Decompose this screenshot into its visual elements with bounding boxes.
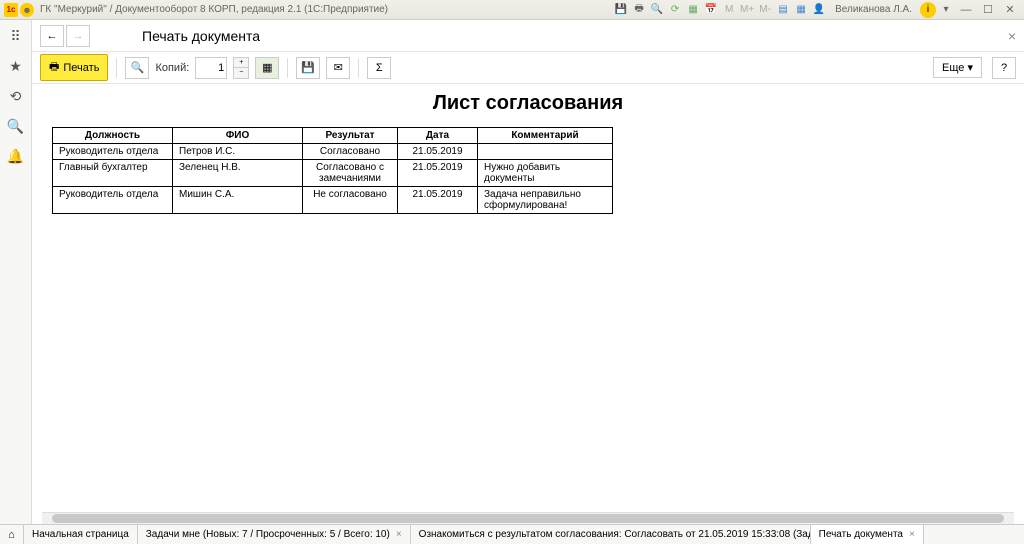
history-icon[interactable]: ⟲ xyxy=(6,86,26,106)
m-plus-icon[interactable]: M+ xyxy=(739,2,755,18)
th-result: Результат xyxy=(303,128,398,144)
spinner-down-icon[interactable]: − xyxy=(234,68,248,78)
table-button[interactable]: ▦ xyxy=(255,57,279,79)
close-icon[interactable]: × xyxy=(909,529,915,540)
list-icon[interactable]: ▤ xyxy=(775,2,791,18)
table-row[interactable]: Руководитель отдела Мишин С.А. Не соглас… xyxy=(53,187,613,214)
page-title: Печать документа xyxy=(142,28,260,44)
document-area: Лист согласования Должность ФИО Результа… xyxy=(32,84,1024,512)
table-row[interactable]: Руководитель отдела Петров И.С. Согласов… xyxy=(53,144,613,160)
printer-icon: 🖶 xyxy=(49,58,59,77)
close-icon[interactable]: × xyxy=(396,529,402,540)
bell-icon[interactable]: 🔔 xyxy=(6,146,26,166)
horizontal-scrollbar[interactable] xyxy=(42,512,1014,524)
help-button[interactable]: ? xyxy=(992,57,1016,79)
tab-tasks[interactable]: Задачи мне (Новых: 7 / Просроченных: 5 /… xyxy=(138,525,411,544)
back-button[interactable]: ← xyxy=(40,25,64,47)
toolbar: 🖶 Печать 🔍 Копий: + − ▦ 💾 ✉ Σ Еще ▾ ? xyxy=(32,52,1024,84)
star-icon[interactable]: ★ xyxy=(6,56,26,76)
refresh-icon[interactable]: ⟳ xyxy=(667,2,683,18)
copies-label: Копий: xyxy=(155,62,189,74)
zoom-button[interactable]: 🔍 xyxy=(125,57,149,79)
more-button[interactable]: Еще ▾ xyxy=(933,57,982,78)
search-icon[interactable]: 🔍 xyxy=(6,116,26,136)
maximize-button[interactable]: ☐ xyxy=(978,2,998,18)
th-comment: Комментарий xyxy=(478,128,613,144)
tab-print-doc[interactable]: Печать документа× xyxy=(811,525,924,544)
smile-icon: ☻ xyxy=(20,3,34,17)
close-page-button[interactable]: × xyxy=(1008,28,1016,44)
user-icon: 👤 xyxy=(811,2,827,18)
minimize-button[interactable]: — xyxy=(956,2,976,18)
current-user: Великанова Л.А. xyxy=(835,4,912,15)
email-button[interactable]: ✉ xyxy=(326,57,350,79)
table-header-row: Должность ФИО Результат Дата Комментарий xyxy=(53,128,613,144)
save-button[interactable]: 💾 xyxy=(296,57,320,79)
spinner-up-icon[interactable]: + xyxy=(234,58,248,68)
calculator-icon[interactable]: ▦ xyxy=(685,2,701,18)
copies-spinner[interactable]: + − xyxy=(233,57,249,79)
th-position: Должность xyxy=(53,128,173,144)
print-button[interactable]: 🖶 Печать xyxy=(40,54,108,81)
m-minus-icon[interactable]: M- xyxy=(757,2,773,18)
bottom-tabs: ⌂ Начальная страница Задачи мне (Новых: … xyxy=(0,524,1024,544)
preview-icon[interactable]: 🔍 xyxy=(649,2,665,18)
print-label: Печать xyxy=(63,62,99,74)
table-row[interactable]: Главный бухгалтер Зеленец Н.В. Согласова… xyxy=(53,160,613,187)
page-header: ← → Печать документа × xyxy=(32,20,1024,52)
apps-icon[interactable]: ⠿ xyxy=(6,26,26,46)
m-icon-1[interactable]: M xyxy=(721,2,737,18)
document-title: Лист согласования xyxy=(42,84,1014,127)
approval-table: Должность ФИО Результат Дата Комментарий… xyxy=(52,127,613,214)
home-icon[interactable]: ⌂ xyxy=(0,525,24,544)
th-date: Дата xyxy=(398,128,478,144)
window-title: ГК "Меркурий" / Документооборот 8 КОРП, … xyxy=(40,4,613,15)
left-sidebar: ⠿ ★ ⟲ 🔍 🔔 xyxy=(0,20,32,524)
copies-input[interactable] xyxy=(195,57,227,79)
app-logo-1c: 1c xyxy=(4,3,18,17)
print-icon[interactable]: 🖶 xyxy=(631,2,647,18)
dropdown-icon[interactable]: ▾ xyxy=(938,2,954,18)
info-icon[interactable]: i xyxy=(920,2,936,18)
window-titlebar: 1c ☻ ГК "Меркурий" / Документооборот 8 К… xyxy=(0,0,1024,20)
forward-button[interactable]: → xyxy=(66,25,90,47)
th-fio: ФИО xyxy=(173,128,303,144)
panel-icon[interactable]: ▦ xyxy=(793,2,809,18)
tab-home[interactable]: Начальная страница xyxy=(24,525,138,544)
tab-review[interactable]: Ознакомиться с результатом согласования:… xyxy=(411,525,811,544)
close-button[interactable]: ✕ xyxy=(1000,2,1020,18)
sum-button[interactable]: Σ xyxy=(367,57,391,79)
calendar-icon[interactable]: 📅 xyxy=(703,2,719,18)
save-icon[interactable]: 💾 xyxy=(613,2,629,18)
